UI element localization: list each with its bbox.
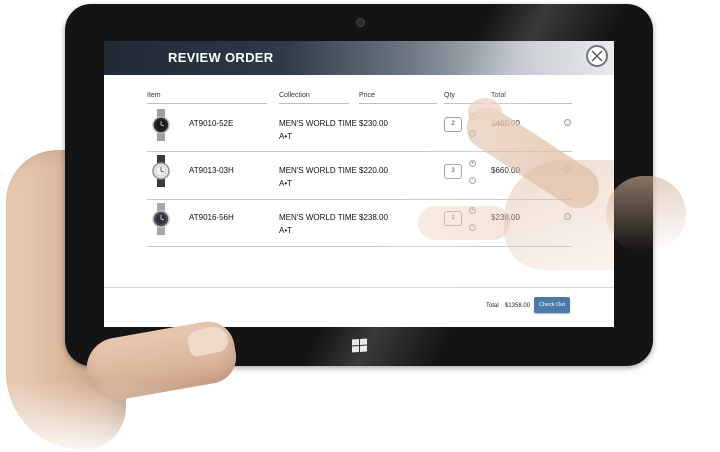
header-divider	[279, 103, 349, 104]
product-sku: AT9013-03H	[189, 166, 234, 175]
column-header-qty: Qty	[444, 92, 455, 99]
quantity-field[interactable]: 2	[444, 117, 462, 132]
footer-divider	[104, 287, 614, 288]
column-header-collection: Collection	[279, 92, 310, 99]
collection-sub: A•T	[279, 132, 293, 141]
right-hand-wrist	[606, 176, 686, 252]
unit-price: $230.00	[359, 119, 388, 128]
right-hand-overlay	[504, 160, 614, 270]
scene: REVIEW ORDER Item Collection Price Qty T…	[0, 0, 720, 452]
collection-sub: A•T	[279, 226, 293, 235]
front-camera	[356, 18, 365, 27]
order-total-label: Total	[486, 303, 499, 309]
collection-name: MEN'S WORLD TIME	[279, 213, 357, 222]
windows-logo-icon[interactable]	[352, 338, 367, 353]
order-total-value: $1358.00	[505, 303, 531, 309]
knuckle-overlay	[418, 206, 510, 240]
page-title: REVIEW ORDER	[168, 50, 274, 65]
fingertip	[468, 98, 502, 126]
product-collection: MEN'S WORLD TIME A•T	[279, 164, 359, 190]
header-divider	[147, 103, 267, 104]
close-button[interactable]	[586, 45, 608, 67]
watch-thumbnail	[152, 109, 170, 141]
unit-price: $238.00	[359, 213, 388, 222]
checkout-button[interactable]: Check Out	[534, 297, 570, 313]
header-divider	[359, 103, 437, 104]
tablet-screen: REVIEW ORDER Item Collection Price Qty T…	[104, 41, 614, 327]
header-bar: REVIEW ORDER	[104, 41, 614, 75]
header-divider	[491, 103, 572, 104]
collection-name: MEN'S WORLD TIME	[279, 166, 357, 175]
product-collection: MEN'S WORLD TIME A•T	[279, 211, 359, 237]
collection-name: MEN'S WORLD TIME	[279, 119, 357, 128]
watch-thumbnail	[152, 155, 170, 187]
watch-thumbnail	[152, 203, 170, 235]
minus-icon[interactable]: -	[469, 177, 476, 184]
remove-icon[interactable]	[564, 119, 571, 126]
column-header-total: Total	[491, 92, 506, 99]
product-collection: MEN'S WORLD TIME A•T	[279, 117, 359, 143]
unit-price: $220.00	[359, 166, 388, 175]
product-sku: AT9016-56H	[189, 213, 234, 222]
close-icon	[591, 50, 603, 62]
column-header-price: Price	[359, 92, 375, 99]
collection-sub: A•T	[279, 179, 293, 188]
plus-icon[interactable]: +	[469, 160, 476, 167]
quantity-field[interactable]: 3	[444, 164, 462, 179]
column-header-item: Item	[147, 92, 161, 99]
bottom-fade	[0, 380, 300, 452]
product-sku: AT9010-52E	[189, 119, 234, 128]
